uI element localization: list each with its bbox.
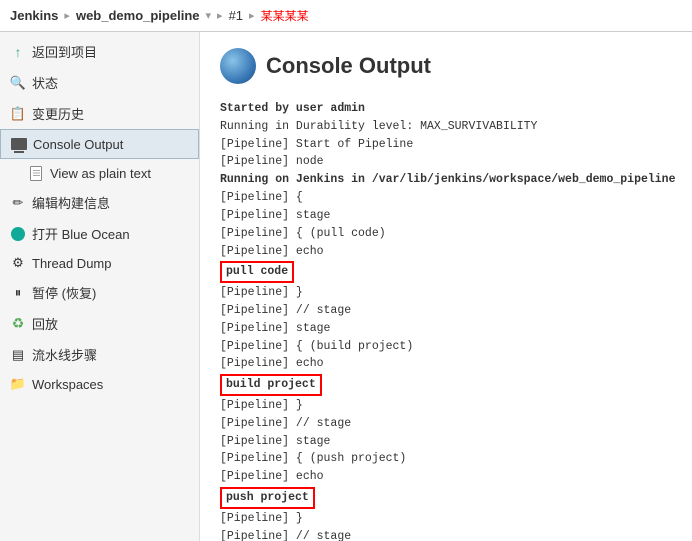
console-line: [Pipeline] // stage bbox=[220, 302, 672, 320]
sidebar-item-label-view-plain-text: View as plain text bbox=[50, 166, 151, 181]
doc-icon bbox=[28, 165, 44, 181]
console-line: [Pipeline] { (build project) bbox=[220, 338, 672, 356]
breadcrumb-chinese: 某某某某 bbox=[261, 7, 309, 24]
sidebar-item-blue-ocean[interactable]: 打开 Blue Ocean bbox=[0, 218, 199, 249]
recycle-icon: ♻ bbox=[10, 316, 26, 332]
console-line: [Pipeline] echo bbox=[220, 468, 672, 486]
console-line: [Pipeline] } bbox=[220, 284, 672, 302]
sidebar-item-label-pipeline-steps: 流水线步骤 bbox=[32, 345, 97, 364]
console-sphere-icon bbox=[220, 48, 256, 84]
magnifier-icon: 🔍 bbox=[10, 75, 26, 91]
sidebar-item-replay[interactable]: ♻ 回放 bbox=[0, 308, 199, 339]
console-line: [Pipeline] echo bbox=[220, 355, 672, 373]
console-line: [Pipeline] stage bbox=[220, 433, 672, 451]
console-line: [Pipeline] echo bbox=[220, 243, 672, 261]
sidebar-item-label-blue-ocean: 打开 Blue Ocean bbox=[32, 224, 130, 243]
breadcrumb-dropdown[interactable]: ▾ bbox=[206, 9, 212, 22]
sidebar-item-back-to-project[interactable]: ↑ 返回到项目 bbox=[0, 36, 199, 67]
console-line: [Pipeline] stage bbox=[220, 320, 672, 338]
console-line: build project bbox=[220, 373, 672, 397]
sidebar: ↑ 返回到项目 🔍 状态 📋 变更历史 Console Output View as plai… bbox=[0, 32, 200, 541]
console-line: [Pipeline] node bbox=[220, 153, 672, 171]
console-line: [Pipeline] } bbox=[220, 397, 672, 415]
highlighted-text: pull code bbox=[220, 261, 294, 283]
console-line: [Pipeline] } bbox=[220, 510, 672, 528]
pause-icon: ⏸ bbox=[10, 285, 26, 301]
breadcrumb-sep-3: ▸ bbox=[249, 9, 255, 22]
main-layout: ↑ 返回到项目 🔍 状态 📋 变更历史 Console Output View as plai… bbox=[0, 32, 692, 541]
sidebar-item-label-changes: 变更历史 bbox=[32, 104, 84, 123]
folder-icon: 📁 bbox=[10, 376, 26, 392]
sidebar-item-label-back-to-project: 返回到项目 bbox=[32, 42, 97, 61]
breadcrumb-sep-2: ▸ bbox=[217, 9, 223, 22]
console-line: push project bbox=[220, 486, 672, 510]
highlighted-text: build project bbox=[220, 374, 322, 396]
sidebar-item-workspaces[interactable]: 📁 Workspaces bbox=[0, 370, 199, 398]
highlighted-text: push project bbox=[220, 487, 315, 509]
sidebar-item-edit-build[interactable]: ✏ 编辑构建信息 bbox=[0, 187, 199, 218]
pipeline-icon: ▤ bbox=[10, 347, 26, 363]
console-line: [Pipeline] { (pull code) bbox=[220, 225, 672, 243]
sidebar-item-pipeline-steps[interactable]: ▤ 流水线步骤 bbox=[0, 339, 199, 370]
history-icon: 📋 bbox=[10, 106, 26, 122]
sidebar-item-changes[interactable]: 📋 变更历史 bbox=[0, 98, 199, 129]
sidebar-item-status[interactable]: 🔍 状态 bbox=[0, 67, 199, 98]
sidebar-item-label-replay: 回放 bbox=[32, 314, 58, 333]
sidebar-item-label-workspaces: Workspaces bbox=[32, 377, 103, 392]
breadcrumb-pipeline[interactable]: web_demo_pipeline bbox=[76, 8, 200, 23]
edit-icon: ✏ bbox=[10, 195, 26, 211]
breadcrumb-build: #1 bbox=[229, 8, 243, 23]
console-line: [Pipeline] { (push project) bbox=[220, 450, 672, 468]
content-area: Console Output Started by user adminRunn… bbox=[200, 32, 692, 541]
sidebar-item-pause[interactable]: ⏸ 暂停 (恢复) bbox=[0, 277, 199, 308]
console-output: Started by user adminRunning in Durabili… bbox=[220, 100, 672, 541]
sidebar-item-label-console-output: Console Output bbox=[33, 137, 123, 152]
console-line: Running on Jenkins in /var/lib/jenkins/w… bbox=[220, 171, 672, 189]
sidebar-item-label-edit-build: 编辑构建信息 bbox=[32, 193, 110, 212]
console-line: Running in Durability level: MAX_SURVIVA… bbox=[220, 118, 672, 136]
page-title: Console Output bbox=[266, 53, 431, 79]
page-header: Console Output bbox=[220, 48, 672, 84]
console-icon bbox=[11, 136, 27, 152]
sidebar-item-label-pause: 暂停 (恢复) bbox=[32, 283, 96, 302]
console-line: Started by user admin bbox=[220, 100, 672, 118]
sidebar-item-label-thread-dump: Thread Dump bbox=[32, 256, 111, 271]
blue-ocean-icon bbox=[10, 226, 26, 242]
console-line: [Pipeline] { bbox=[220, 189, 672, 207]
breadcrumb-jenkins[interactable]: Jenkins bbox=[10, 8, 58, 23]
breadcrumb: Jenkins ▸ web_demo_pipeline ▾ ▸ #1 ▸ 某某某… bbox=[0, 0, 692, 32]
breadcrumb-sep-1: ▸ bbox=[64, 9, 70, 22]
console-line: [Pipeline] Start of Pipeline bbox=[220, 136, 672, 154]
gear-icon: ⚙ bbox=[10, 255, 26, 271]
console-line: [Pipeline] stage bbox=[220, 207, 672, 225]
sidebar-item-label-status: 状态 bbox=[32, 73, 58, 92]
sidebar-item-thread-dump[interactable]: ⚙ Thread Dump bbox=[0, 249, 199, 277]
sidebar-item-view-plain-text[interactable]: View as plain text bbox=[0, 159, 199, 187]
console-line: [Pipeline] // stage bbox=[220, 528, 672, 541]
console-line: [Pipeline] // stage bbox=[220, 415, 672, 433]
arrow-up-icon: ↑ bbox=[10, 44, 26, 60]
console-line: pull code bbox=[220, 260, 672, 284]
sidebar-item-console-output[interactable]: Console Output bbox=[0, 129, 199, 159]
